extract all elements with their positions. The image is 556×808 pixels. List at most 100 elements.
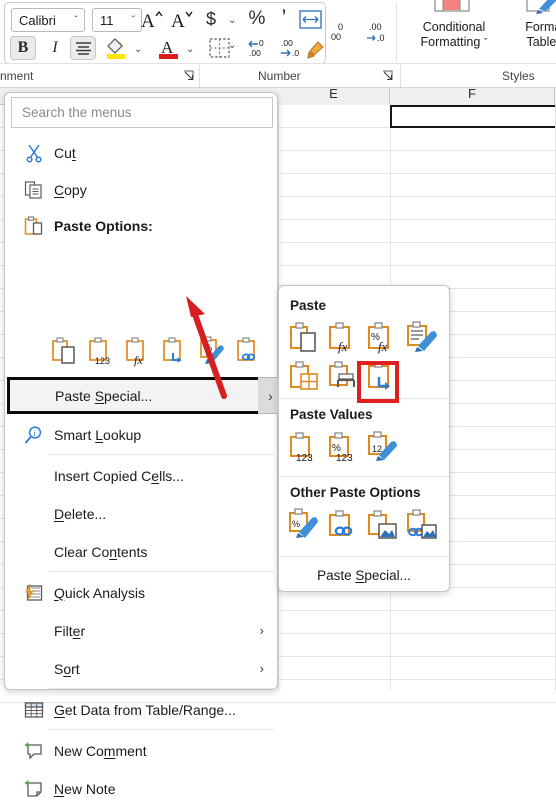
chevron-down-icon[interactable]: ⌄ <box>186 44 194 55</box>
increase-decimal-icon-2[interactable]: .00.0 <box>362 20 392 44</box>
menu-divider <box>49 571 274 572</box>
menu-item-clear-contents[interactable]: Clear Contents <box>6 532 278 571</box>
search-placeholder: Search the menus <box>22 105 132 120</box>
menu-item-smart-lookup[interactable]: i Smart Lookup <box>6 415 278 454</box>
menu-item-new-comment[interactable]: New Comment <box>6 731 278 770</box>
chevron-down-icon: ˇ <box>131 14 135 26</box>
svg-text:A: A <box>171 11 185 32</box>
quick-analysis-icon <box>23 582 45 604</box>
font-name-combobox[interactable]: Calibri ˇ <box>11 8 85 32</box>
svg-text:A: A <box>141 11 155 32</box>
chevron-down-icon[interactable]: ⌄ <box>134 44 142 55</box>
format-as-table-button[interactable]: Format Table ˇ <box>500 20 556 51</box>
paste-picture-icon[interactable] <box>366 507 400 541</box>
menu-item-sort[interactable]: Sort › <box>6 649 278 688</box>
paste-all-icon[interactable] <box>51 336 81 368</box>
menu-item-cut[interactable]: Cut <box>6 133 278 172</box>
menu-item-delete[interactable]: Delete... <box>6 494 278 533</box>
conditional-formatting-label-line2: Formatting <box>420 35 481 49</box>
submenu-divider <box>279 556 449 557</box>
svg-text:fx: fx <box>134 353 143 367</box>
format-as-table-icon[interactable] <box>524 0 556 14</box>
chevron-down-icon: ˇ <box>74 14 78 26</box>
context-menu: Search the menus Cut Copy Paste Options: <box>4 92 283 797</box>
italic-button[interactable]: I <box>43 36 67 60</box>
menu-item-get-data-from-table-range[interactable]: Get Data from Table/Range... <box>6 690 278 729</box>
menu-item-paste-options: Paste Options: <box>6 206 278 245</box>
accounting-format-icon[interactable]: $ <box>200 7 222 31</box>
paste-values-number-formatting-icon[interactable]: % 123 <box>327 429 361 464</box>
submenu-heading-paste-values: Paste Values <box>290 407 373 422</box>
increase-decimal-icon[interactable]: .00.0 <box>278 36 308 60</box>
paste-formatting-icon[interactable]: % <box>288 507 322 541</box>
annotation-highlight-box <box>357 361 399 403</box>
comma-style-icon[interactable]: ’ <box>275 5 293 31</box>
selected-cell[interactable] <box>390 105 555 128</box>
paste-formulas-number-formatting-icon[interactable]: % fx <box>366 319 400 354</box>
magnifier-info-icon: i <box>23 424 45 446</box>
dialog-launcher-icon-2[interactable] <box>382 70 393 81</box>
group-divider <box>396 2 397 62</box>
format-as-table-label-line1: Format <box>525 20 556 34</box>
alignment-group-label: nment <box>0 69 34 83</box>
svg-text:123: 123 <box>336 453 353 464</box>
paste-values-source-formatting-icon[interactable]: 12 <box>366 429 400 463</box>
search-input[interactable]: Search the menus <box>11 97 273 128</box>
fill-color-icon[interactable] <box>103 35 129 61</box>
paste-link-icon[interactable] <box>236 336 266 368</box>
paste-link-icon[interactable] <box>327 507 361 541</box>
decrease-decimal-icon-2[interactable]: 0 00 <box>328 20 358 44</box>
paste-values-123-icon[interactable]: 123 <box>88 336 118 368</box>
wrap-text-icon[interactable] <box>298 8 322 30</box>
menu-divider <box>49 729 274 730</box>
font-size-combobox[interactable]: 11 ˇ <box>92 8 142 32</box>
svg-text:.00: .00 <box>369 22 382 32</box>
ribbon-bottom-border <box>0 87 556 88</box>
paste-formulas-fx-icon[interactable]: fx <box>327 319 361 354</box>
paste-keep-source-formatting-icon[interactable] <box>405 319 439 353</box>
chevron-down-icon[interactable]: ⌄ <box>228 15 236 26</box>
ribbon-divider <box>0 63 556 64</box>
conditional-formatting-button[interactable]: Conditional Formatting ˇ <box>404 20 504 51</box>
clipboard-icon <box>23 215 45 237</box>
conditional-formatting-label-line1: Conditional <box>422 20 486 34</box>
scissors-icon <box>23 142 45 164</box>
font-color-icon[interactable]: A <box>155 35 181 61</box>
svg-text:fx: fx <box>378 339 388 354</box>
decrease-decimal-icon[interactable]: 0.00 <box>246 36 276 60</box>
conditional-formatting-icon[interactable] <box>432 0 472 14</box>
copy-pages-icon <box>23 179 45 201</box>
paste-linked-picture-icon[interactable] <box>405 507 439 541</box>
menu-divider <box>49 454 274 455</box>
group-divider-3 <box>400 64 401 88</box>
menu-item-label: Delete... <box>54 505 107 522</box>
menu-item-insert-copied-cells[interactable]: Insert Copied Cells... <box>6 456 278 495</box>
chevron-right-icon: › <box>259 661 264 676</box>
submenu-item-paste-special[interactable]: Paste Special... <box>279 559 449 591</box>
paste-all-icon[interactable] <box>288 319 322 353</box>
increase-font-size-icon[interactable]: A <box>139 6 165 32</box>
menu-item-label: Paste Special... <box>55 388 153 404</box>
menu-item-filter[interactable]: Filter › <box>6 611 278 650</box>
format-painter-icon[interactable] <box>305 36 329 60</box>
decrease-font-size-icon[interactable]: A <box>169 6 195 32</box>
svg-text:0: 0 <box>259 38 264 48</box>
styles-group-label: Styles <box>502 69 535 83</box>
bold-button[interactable]: B <box>10 36 36 60</box>
percent-style-icon[interactable]: % <box>246 7 268 31</box>
menu-item-copy[interactable]: Copy <box>6 170 278 209</box>
svg-text:123: 123 <box>296 453 313 464</box>
paste-keep-column-widths-icon[interactable] <box>327 358 361 392</box>
paste-no-borders-icon[interactable] <box>288 358 322 392</box>
dialog-launcher-icon[interactable] <box>183 70 194 81</box>
annotation-arrow <box>186 296 227 399</box>
borders-icon[interactable] <box>206 36 232 60</box>
menu-item-quick-analysis[interactable]: Quick Analysis <box>6 573 278 612</box>
paste-values-123-icon[interactable]: 123 <box>288 429 322 464</box>
paste-formulas-fx-icon[interactable]: fx <box>125 336 155 368</box>
chevron-down-icon[interactable]: ˇ <box>484 37 488 49</box>
menu-item-label: Sort <box>54 660 80 677</box>
align-icon[interactable] <box>70 36 96 60</box>
menu-item-new-note[interactable]: New Note <box>6 769 278 808</box>
svg-text:0: 0 <box>338 22 343 32</box>
